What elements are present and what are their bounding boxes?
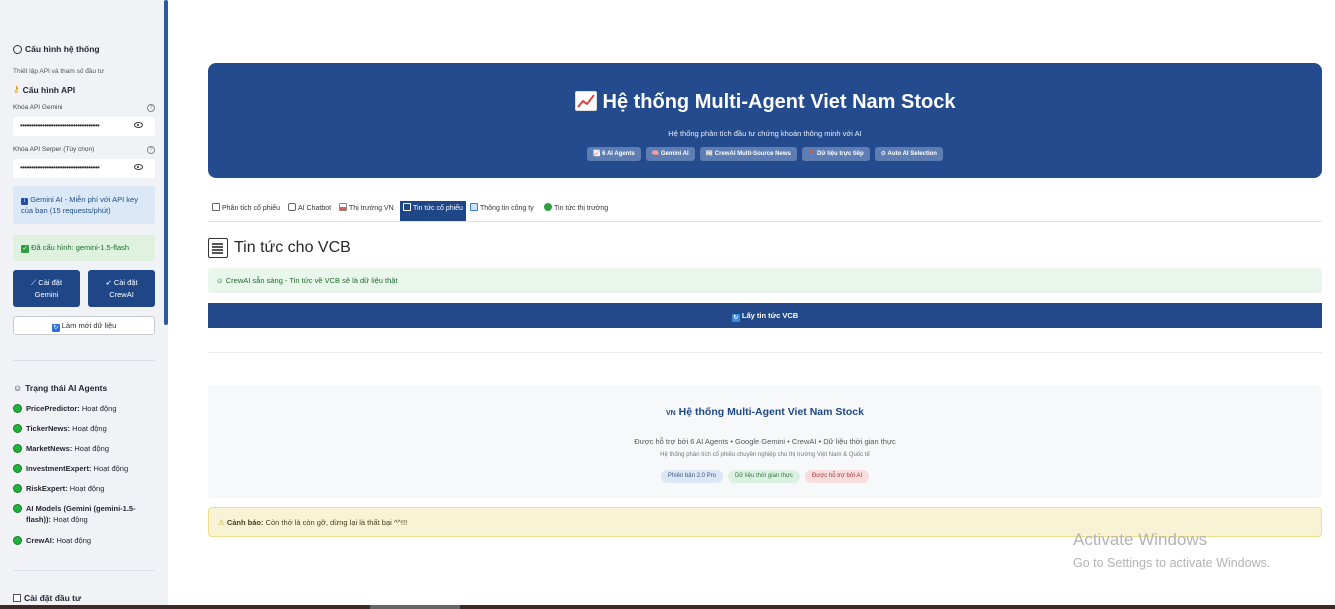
footer-description: Hệ thống phân tích cổ phiếu chuyên nghiệ…: [660, 452, 870, 458]
feature-badge: ⚙ Auto AI Selection: [874, 147, 943, 161]
info-icon: i: [21, 198, 28, 205]
tab-ai-chatbot[interactable]: AI Chatbot: [288, 201, 331, 219]
footer-title: VN Hệ thống Multi-Agent Viet Nam Stock: [666, 406, 864, 418]
main-tabs: Phân tích cổ phiếu AI Chatbot Thị trường…: [208, 196, 1322, 222]
activate-windows-title: Activate Windows: [1073, 530, 1208, 549]
hero-badges: 📈 6 AI Agents 🧠 Gemini AI 📰 CrewAI Multi…: [208, 147, 1322, 161]
sidebar-scrollbar[interactable]: [164, 0, 168, 325]
investment-settings-heading: Cài đặt đầu tư: [13, 593, 81, 603]
agent-status-item: AI Models (Gemini (gemini-1.5-flash)): H…: [13, 503, 155, 525]
sidebar-divider: [13, 570, 155, 571]
app-window: Cấu hình hệ thống Thiết lập API và tham …: [0, 0, 1335, 609]
refresh-icon: ↻: [51, 324, 60, 332]
status-dot-icon: [13, 444, 22, 453]
tab-stock-news[interactable]: Tin tức cổ phiếu: [400, 201, 466, 221]
configured-status-text: Đã cấu hình: gemini-1.5-flash: [31, 243, 130, 252]
globe-icon: [544, 203, 552, 211]
feature-badge: 📈 6 AI Agents: [587, 147, 641, 161]
feature-badge: 📰 CrewAI Multi-Source News: [699, 147, 797, 161]
bar-chart-icon: [212, 203, 220, 211]
scrollbar-thumb[interactable]: [370, 605, 460, 609]
tab-company-info[interactable]: Thông tin công ty: [470, 201, 534, 219]
hero-subtitle: Hệ thống phân tích đầu tư chứng khoán th…: [668, 129, 862, 138]
status-dot-icon: [13, 504, 22, 513]
ai-powered-pill: Được hỗ trợ bởi AI: [804, 470, 870, 483]
serper-key-label: Khóa API Serper (Tùy chọn): [13, 146, 95, 153]
gemini-key-value: ••••••••••••••••••••••••••••••••••••: [20, 121, 100, 130]
version-pill: Phiên bản 2.0 Pro: [660, 470, 723, 483]
refresh-icon: ↻: [731, 314, 740, 322]
refresh-data-button[interactable]: ↻ Làm mới dữ liệu: [13, 316, 155, 335]
realtime-pill: Dữ liệu thời gian thực: [727, 470, 800, 483]
footer-card: VN Hệ thống Multi-Agent Viet Nam Stock Đ…: [208, 385, 1322, 498]
trending-chart-icon: [574, 91, 597, 111]
sidebar-divider: [13, 360, 155, 361]
trending-chart-icon: [339, 203, 347, 211]
page-title: Hệ thống Multi-Agent Viet Nam Stock: [208, 91, 1322, 114]
newspaper-icon: [208, 238, 228, 258]
tab-vn-market[interactable]: Thị trường VN: [339, 201, 394, 219]
api-config-heading: ⚷ Cấu hình API: [13, 84, 76, 95]
robot-icon: ☺: [13, 383, 23, 393]
eye-icon[interactable]: [134, 164, 143, 170]
help-icon[interactable]: ?: [147, 104, 155, 112]
install-gemini-button[interactable]: ⟋ Cài đặt Gemini: [13, 270, 80, 307]
install-crewai-button[interactable]: ➶ Cài đặt CrewAI: [88, 270, 155, 307]
gemini-info-box: i Gemini AI - Miễn phí với API key của b…: [13, 186, 155, 224]
agent-status-item: RiskExpert: Hoạt động: [13, 483, 155, 494]
agent-status-item: MarketNews: Hoạt động: [13, 443, 155, 454]
agent-status-item: PricePredictor: Hoạt động: [13, 403, 155, 414]
bar-chart-icon: [13, 594, 21, 602]
gemini-key-input[interactable]: ••••••••••••••••••••••••••••••••••••: [13, 117, 155, 136]
system-config-subtitle: Thiết lập API và tham số đầu tư: [13, 68, 105, 75]
chat-bubble-icon: [288, 203, 296, 211]
check-icon: ✓: [21, 245, 29, 253]
vn-flag-label: VN: [666, 410, 676, 417]
serper-key-input[interactable]: ••••••••••••••••••••••••••••••••••••: [13, 159, 155, 178]
gemini-key-label: Khóa API Gemini: [13, 104, 63, 111]
bottom-scrollbar[interactable]: [0, 605, 1335, 609]
status-dot-icon: [13, 536, 22, 545]
news-heading: Tin tức cho VCB: [208, 238, 351, 258]
feature-badge: 📍 Dữ liệu trực tiếp: [801, 147, 870, 161]
gear-icon: [13, 44, 22, 54]
agents-status-heading: ☺ Trạng thái AI Agents: [13, 383, 108, 393]
footer-powered-by: Được hỗ trợ bởi 6 AI Agents • Google Gem…: [634, 437, 896, 446]
section-divider: [208, 352, 1322, 353]
crewai-status-box: ☺ CrewAI sẵn sàng - Tin tức về VCB sẽ là…: [208, 268, 1322, 293]
system-config-heading: Cấu hình hệ thống: [13, 44, 100, 54]
fetch-news-button[interactable]: ↻ Lấy tin tức VCB: [208, 303, 1322, 328]
status-dot-icon: [13, 404, 22, 413]
hero-banner: Hệ thống Multi-Agent Viet Nam Stock Hệ t…: [208, 63, 1322, 178]
sidebar: Cấu hình hệ thống Thiết lập API và tham …: [0, 0, 168, 609]
tab-stock-analysis[interactable]: Phân tích cổ phiếu: [212, 201, 280, 219]
key-icon: ⚷: [13, 84, 20, 94]
serper-key-value: ••••••••••••••••••••••••••••••••••••: [20, 163, 100, 172]
gemini-info-text: Gemini AI - Miễn phí với API key của bạn…: [21, 195, 138, 215]
newspaper-icon: [403, 203, 411, 211]
status-dot-icon: [13, 484, 22, 493]
agent-status-item: CrewAI: Hoạt động: [13, 535, 155, 546]
warning-icon: ⚠: [218, 518, 225, 527]
wrench-icon: ⟋: [30, 278, 37, 287]
agent-status-item: InvestmentExpert: Hoạt động: [13, 463, 155, 474]
activate-windows-hint: Go to Settings to activate Windows.: [1073, 556, 1271, 570]
feature-badge: 🧠 Gemini AI: [645, 147, 695, 161]
rocket-icon: ➶: [105, 278, 112, 287]
help-icon[interactable]: ?: [147, 146, 155, 154]
building-icon: [470, 203, 478, 211]
agent-status-item: TickerNews: Hoạt động: [13, 423, 155, 434]
status-dot-icon: [13, 424, 22, 433]
configured-status-box: ✓ Đã cấu hình: gemini-1.5-flash: [13, 235, 155, 261]
eye-icon[interactable]: [134, 122, 143, 128]
status-dot-icon: [13, 464, 22, 473]
robot-icon: ☺: [216, 276, 224, 285]
footer-pills: Phiên bản 2.0 Pro Dữ liệu thời gian thực…: [208, 470, 1322, 483]
tab-market-news[interactable]: Tin tức thị trường: [544, 201, 608, 219]
